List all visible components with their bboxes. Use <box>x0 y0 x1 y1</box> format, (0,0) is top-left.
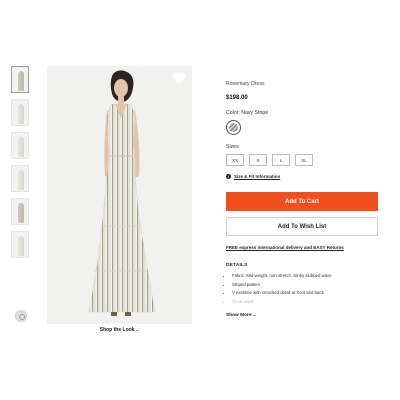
shipping-returns-link[interactable]: FREE express international delivery and … <box>226 245 344 250</box>
add-to-wishlist-button[interactable]: Add To Wish List <box>226 217 378 236</box>
thumbnail[interactable] <box>11 231 29 258</box>
thumbnail-image <box>18 137 24 157</box>
size-option-l[interactable]: L <box>272 154 290 166</box>
thumbnail-image <box>18 236 24 256</box>
thumbnail-list <box>11 66 29 264</box>
info-icon: i <box>226 174 231 179</box>
product-main-image[interactable] <box>47 66 192 324</box>
show-more-label: Show More <box>226 313 252 318</box>
color-swatch-navy-stripe[interactable] <box>226 120 241 135</box>
size-option-xl[interactable]: XL <box>295 154 313 166</box>
thumbnail-image <box>18 203 24 223</box>
size-option-s[interactable]: S <box>249 154 267 166</box>
size-selector: XS S L XL <box>226 154 313 166</box>
size-option-xs[interactable]: XS <box>226 154 244 166</box>
thumbnail[interactable] <box>11 165 29 192</box>
thumbnail[interactable] <box>11 66 29 93</box>
shop-the-look-link[interactable]: Shop the Look⌄ <box>47 327 192 333</box>
thumbnail-image <box>18 104 24 124</box>
details-item: V neckline with smocked detail at front … <box>232 290 377 295</box>
thumbnail-image <box>18 71 24 91</box>
color-label: Color: Navy Stripe <box>226 110 269 116</box>
sizes-label: Sizes <box>226 144 239 150</box>
thumbnail[interactable] <box>11 198 29 225</box>
swatch-fill <box>229 123 238 132</box>
shop-the-look-label: Shop the Look <box>99 327 135 333</box>
thumbnail[interactable] <box>11 132 29 159</box>
details-item: Fabric: Mid-weight, non-stretch, slinky … <box>232 273 377 278</box>
thumbnail-image <box>18 170 24 190</box>
size-fit-label: Size & Fit Information <box>234 174 281 179</box>
details-list: Fabric: Mid-weight, non-stretch, slinky … <box>232 273 377 308</box>
details-heading: DETAILS <box>226 263 248 268</box>
product-price: $198.00 <box>226 95 248 101</box>
thumbnail[interactable] <box>11 99 29 126</box>
model-photo <box>47 66 192 324</box>
details-item: Striped pattern <box>232 282 377 287</box>
chevron-down-icon: ⌄ <box>135 327 140 332</box>
heart-icon[interactable] <box>171 70 187 86</box>
chevron-down-icon: ⌄ <box>252 312 257 317</box>
zoom-icon[interactable] <box>15 310 27 322</box>
product-name: Rosemary Dress <box>226 81 265 87</box>
size-fit-link[interactable]: i Size & Fit Information <box>226 174 280 179</box>
show-more-button[interactable]: Show More⌄ <box>226 312 256 318</box>
details-item: Tie at waist <box>232 299 377 304</box>
add-to-cart-button[interactable]: Add To Cart <box>226 192 378 211</box>
